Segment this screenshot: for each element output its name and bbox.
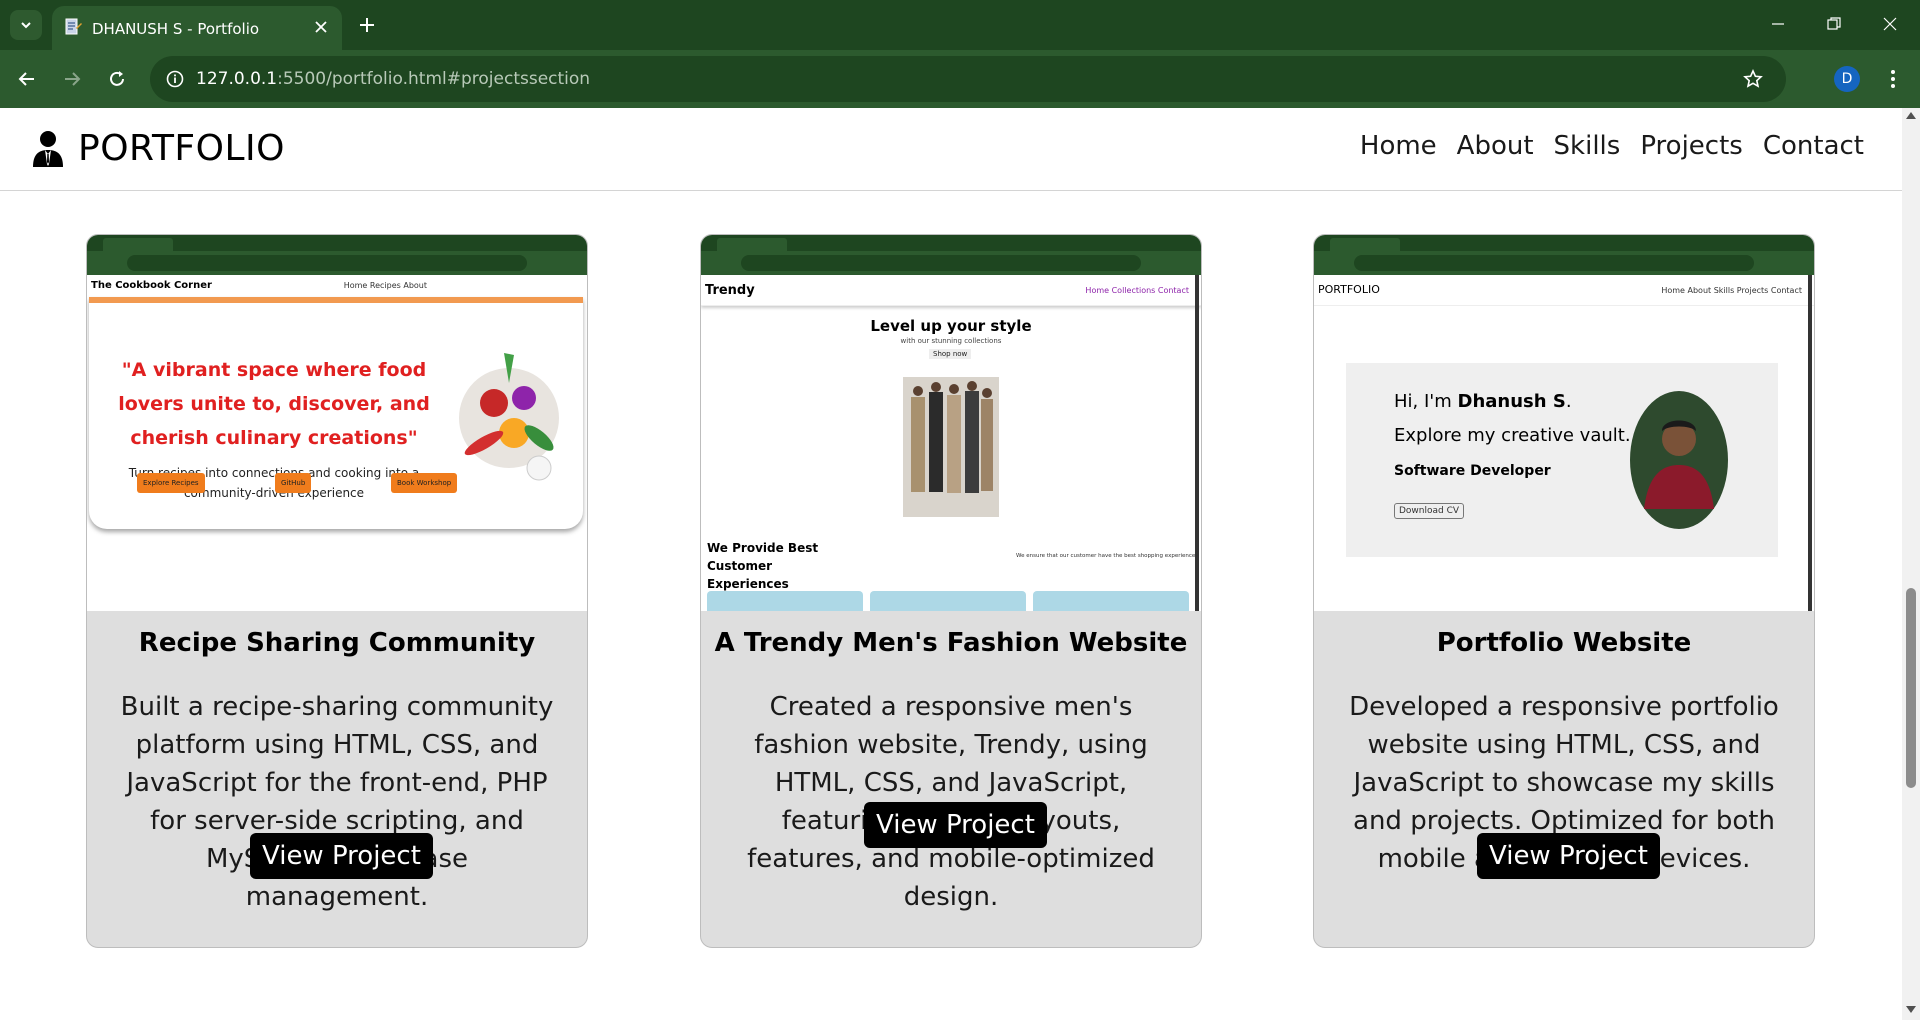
project-card: PORTFOLIO Home About Skills Projects Con… [1313, 234, 1815, 948]
reload-icon[interactable] [100, 62, 134, 96]
nav-home[interactable]: Home [1360, 131, 1437, 161]
preview-section-title: We Provide Best Customer Experiences [707, 541, 819, 591]
view-project-button[interactable]: View Project [250, 833, 433, 879]
browser-toolbar: 127.0.0.1:5500/portfolio.html#projectsse… [0, 50, 1920, 108]
scroll-up-arrow-icon[interactable] [1906, 112, 1916, 119]
project-title: A Trendy Men's Fashion Website [714, 628, 1188, 658]
minimize-icon[interactable] [1750, 0, 1806, 48]
tab-close-icon[interactable] [308, 14, 334, 40]
preview-site-title: Trendy [705, 283, 755, 298]
preview-section-note: We ensure that our customer have the bes… [1016, 553, 1196, 559]
nav-contact[interactable]: Contact [1763, 131, 1864, 161]
browser-tab[interactable]: DHANUSH S - Portfolio [52, 6, 342, 50]
preview-nav: Home Recipes About [343, 281, 427, 290]
preview-workshop-button: Book Workshop [391, 473, 458, 493]
scroll-thumb[interactable] [1906, 588, 1916, 788]
profile-photo [1630, 391, 1728, 529]
preview-role: Software Developer [1394, 463, 1551, 479]
browser-tab-strip: DHANUSH S - Portfolio [0, 0, 1920, 50]
view-project-button[interactable]: View Project [864, 802, 1047, 848]
new-tab-plus-icon[interactable] [352, 10, 382, 40]
preview-headline: Level up your style [870, 317, 1032, 335]
tab-search-button[interactable] [10, 10, 42, 40]
preview-explore-button: Explore Recipes [137, 473, 205, 493]
address-bar[interactable]: 127.0.0.1:5500/portfolio.html#projectsse… [150, 56, 1786, 102]
project-card: The Cookbook Corner Home Recipes About "… [86, 234, 588, 948]
site-brand: PORTFOLIO [78, 128, 285, 169]
preview-name: Dhanush S [1457, 391, 1566, 412]
project-screenshot: PORTFOLIO Home About Skills Projects Con… [1314, 235, 1814, 611]
site-header: PORTFOLIO Home About Skills Projects Con… [0, 108, 1902, 191]
tab-title: DHANUSH S - Portfolio [92, 20, 260, 38]
site-info-icon[interactable] [160, 64, 190, 94]
site-logo[interactable]: PORTFOLIO [32, 128, 285, 169]
preview-quote: "A vibrant space where food lovers unite… [118, 359, 430, 449]
project-description: Built a recipe-sharing community platfor… [120, 692, 554, 912]
nav-skills[interactable]: Skills [1554, 131, 1621, 161]
fashion-models-image [903, 377, 999, 517]
preview-shop-button: Shop now [929, 349, 972, 359]
chevron-down-icon [21, 22, 31, 29]
page-scrollbar[interactable] [1902, 108, 1920, 1020]
url-text[interactable]: 127.0.0.1:5500/portfolio.html#projectsse… [196, 69, 590, 89]
preview-nav: Home Collections Contact [1085, 286, 1189, 295]
preview-cv-button: Download CV [1394, 503, 1465, 519]
view-project-button[interactable]: View Project [1477, 833, 1660, 879]
project-screenshot: Trendy Home Collections Contact Level up… [701, 235, 1201, 611]
project-screenshot: The Cookbook Corner Home Recipes About "… [87, 235, 587, 611]
preview-subheadline: with our stunning collections [900, 337, 1002, 345]
preview-nav: Home About Skills Projects Contact [1661, 286, 1802, 295]
preview-site-title: The Cookbook Corner [91, 280, 212, 291]
preview-github-button: GitHub [275, 473, 312, 493]
preview-tagline: Explore my creative vault. [1394, 425, 1631, 446]
nav-projects[interactable]: Projects [1640, 131, 1743, 161]
preview-site-title: PORTFOLIO [1318, 283, 1380, 296]
project-title: Portfolio Website [1436, 628, 1692, 658]
vegetables-image [459, 353, 559, 481]
profile-avatar[interactable]: D [1834, 66, 1860, 92]
user-icon [33, 130, 63, 167]
forward-arrow-icon[interactable] [55, 62, 89, 96]
project-title: Recipe Sharing Community [138, 628, 536, 658]
preview-greeting: Hi, I'm [1394, 391, 1452, 412]
bookmark-star-icon[interactable] [1738, 64, 1768, 94]
page-viewport: PORTFOLIO Home About Skills Projects Con… [0, 108, 1902, 1020]
nav-about[interactable]: About [1457, 131, 1534, 161]
page-favicon-icon [65, 18, 82, 35]
window-close-icon[interactable] [1862, 0, 1918, 48]
scroll-down-arrow-icon[interactable] [1906, 1006, 1916, 1013]
browser-menu-icon[interactable] [1878, 62, 1908, 96]
site-nav: Home About Skills Projects Contact [1340, 131, 1864, 161]
restore-icon[interactable] [1806, 0, 1862, 48]
back-arrow-icon[interactable] [10, 62, 44, 96]
project-card: Trendy Home Collections Contact Level up… [700, 234, 1202, 948]
